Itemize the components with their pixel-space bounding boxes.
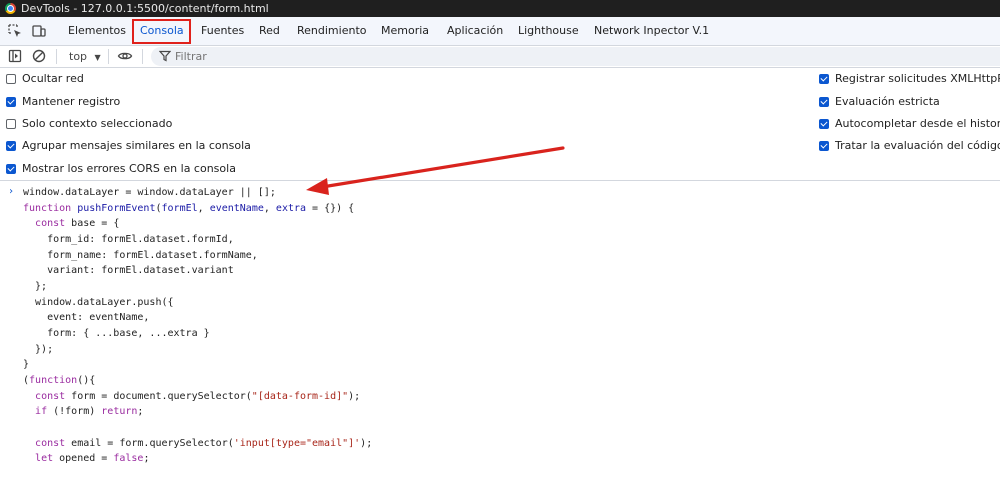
code-line: form_name: formEl.dataset.formName,: [23, 249, 258, 261]
setting-label: Evaluación estricta: [835, 95, 940, 108]
code-line: function pushFormEvent(formEl, eventName…: [23, 202, 355, 214]
checkbox-checked[interactable]: [6, 141, 16, 151]
console-input-area[interactable]: › window.dataLayer = window.dataLayer ||…: [0, 181, 1000, 480]
setting-label: Ocultar red: [22, 72, 84, 85]
tab-red[interactable]: Red: [259, 17, 280, 45]
inspect-element-icon[interactable]: [7, 23, 23, 39]
console-toolbar: top ▼: [0, 46, 1000, 68]
filter-input[interactable]: [175, 48, 475, 64]
tab-rendimiento[interactable]: Rendimiento: [297, 17, 366, 45]
tab-fuentes[interactable]: Fuentes: [201, 17, 244, 45]
code-line: const form = document.querySelector("[da…: [35, 390, 361, 402]
code-line: (function(){: [23, 374, 96, 386]
setting-label: Solo contexto seleccionado: [22, 117, 173, 130]
checkbox-unchecked[interactable]: [6, 119, 16, 129]
code-line: if (!form) return;: [35, 406, 144, 418]
prompt-chevron-icon: ›: [8, 186, 15, 197]
highlight-box: [132, 19, 191, 44]
chrome-logo-icon: [5, 3, 16, 14]
setting-label: Registrar solicitudes XMLHttpReq: [835, 72, 1000, 85]
setting-label: Mantener registro: [22, 95, 121, 108]
tab-aplicacion[interactable]: Aplicación: [447, 17, 503, 45]
code-line: event: eventName,: [23, 312, 150, 324]
filter-icon: [158, 50, 172, 62]
checkbox-checked[interactable]: [819, 119, 829, 129]
setting-label: Autocompletar desde el historial: [835, 117, 1000, 130]
sidebar-toggle-icon[interactable]: [7, 48, 23, 64]
tab-elementos[interactable]: Elementos: [68, 17, 126, 45]
code-line: form_id: formEl.dataset.formId,: [23, 233, 234, 245]
code-line: variant: formEl.dataset.variant: [23, 265, 234, 277]
filter-box[interactable]: [151, 47, 1000, 66]
checkbox-checked[interactable]: [6, 164, 16, 174]
checkbox-checked[interactable]: [6, 97, 16, 107]
clear-console-icon[interactable]: [31, 48, 47, 64]
checkbox-checked[interactable]: [819, 97, 829, 107]
checkbox-checked[interactable]: [819, 74, 829, 84]
code-line: form: { ...base, ...extra }: [23, 327, 210, 339]
code-line: }: [23, 359, 30, 371]
toolbar-divider: [142, 49, 143, 64]
context-selector[interactable]: top ▼: [69, 46, 101, 67]
setting-label: Mostrar los errores CORS en la consola: [22, 162, 236, 175]
code-line: const base = {: [35, 218, 120, 230]
code-line: let opened = false;: [35, 453, 150, 465]
setting-label: Tratar la evaluación del código co: [835, 139, 1000, 152]
console-code[interactable]: window.dataLayer = window.dataLayer || […: [23, 185, 372, 467]
code-line: const email = form.querySelector('input[…: [35, 437, 373, 449]
eye-icon[interactable]: [117, 48, 133, 64]
checkbox-unchecked[interactable]: [6, 74, 16, 84]
toolbar-divider: [108, 49, 109, 64]
code-line: window.dataLayer = window.dataLayer || […: [23, 187, 276, 198]
window-title: DevTools - 127.0.0.1:5500/content/form.h…: [21, 2, 269, 15]
code-line: window.dataLayer.push({: [23, 296, 174, 308]
chevron-down-icon: ▼: [94, 53, 101, 62]
tab-lighthouse[interactable]: Lighthouse: [518, 17, 579, 45]
tab-memoria[interactable]: Memoria: [381, 17, 429, 45]
toolbar-divider: [56, 49, 57, 64]
device-toolbar-icon[interactable]: [31, 23, 47, 39]
code-line: };: [23, 280, 48, 292]
checkbox-checked[interactable]: [819, 141, 829, 151]
code-line: });: [23, 343, 54, 355]
tab-network-inpector[interactable]: Network Inpector V.1: [594, 17, 709, 45]
setting-label: Agrupar mensajes similares en la consola: [22, 139, 251, 152]
context-value: top: [69, 50, 88, 63]
window-title-bar: DevTools - 127.0.0.1:5500/content/form.h…: [0, 0, 1000, 17]
console-settings-panel: Ocultar red Mantener registro Solo conte…: [0, 68, 1000, 181]
